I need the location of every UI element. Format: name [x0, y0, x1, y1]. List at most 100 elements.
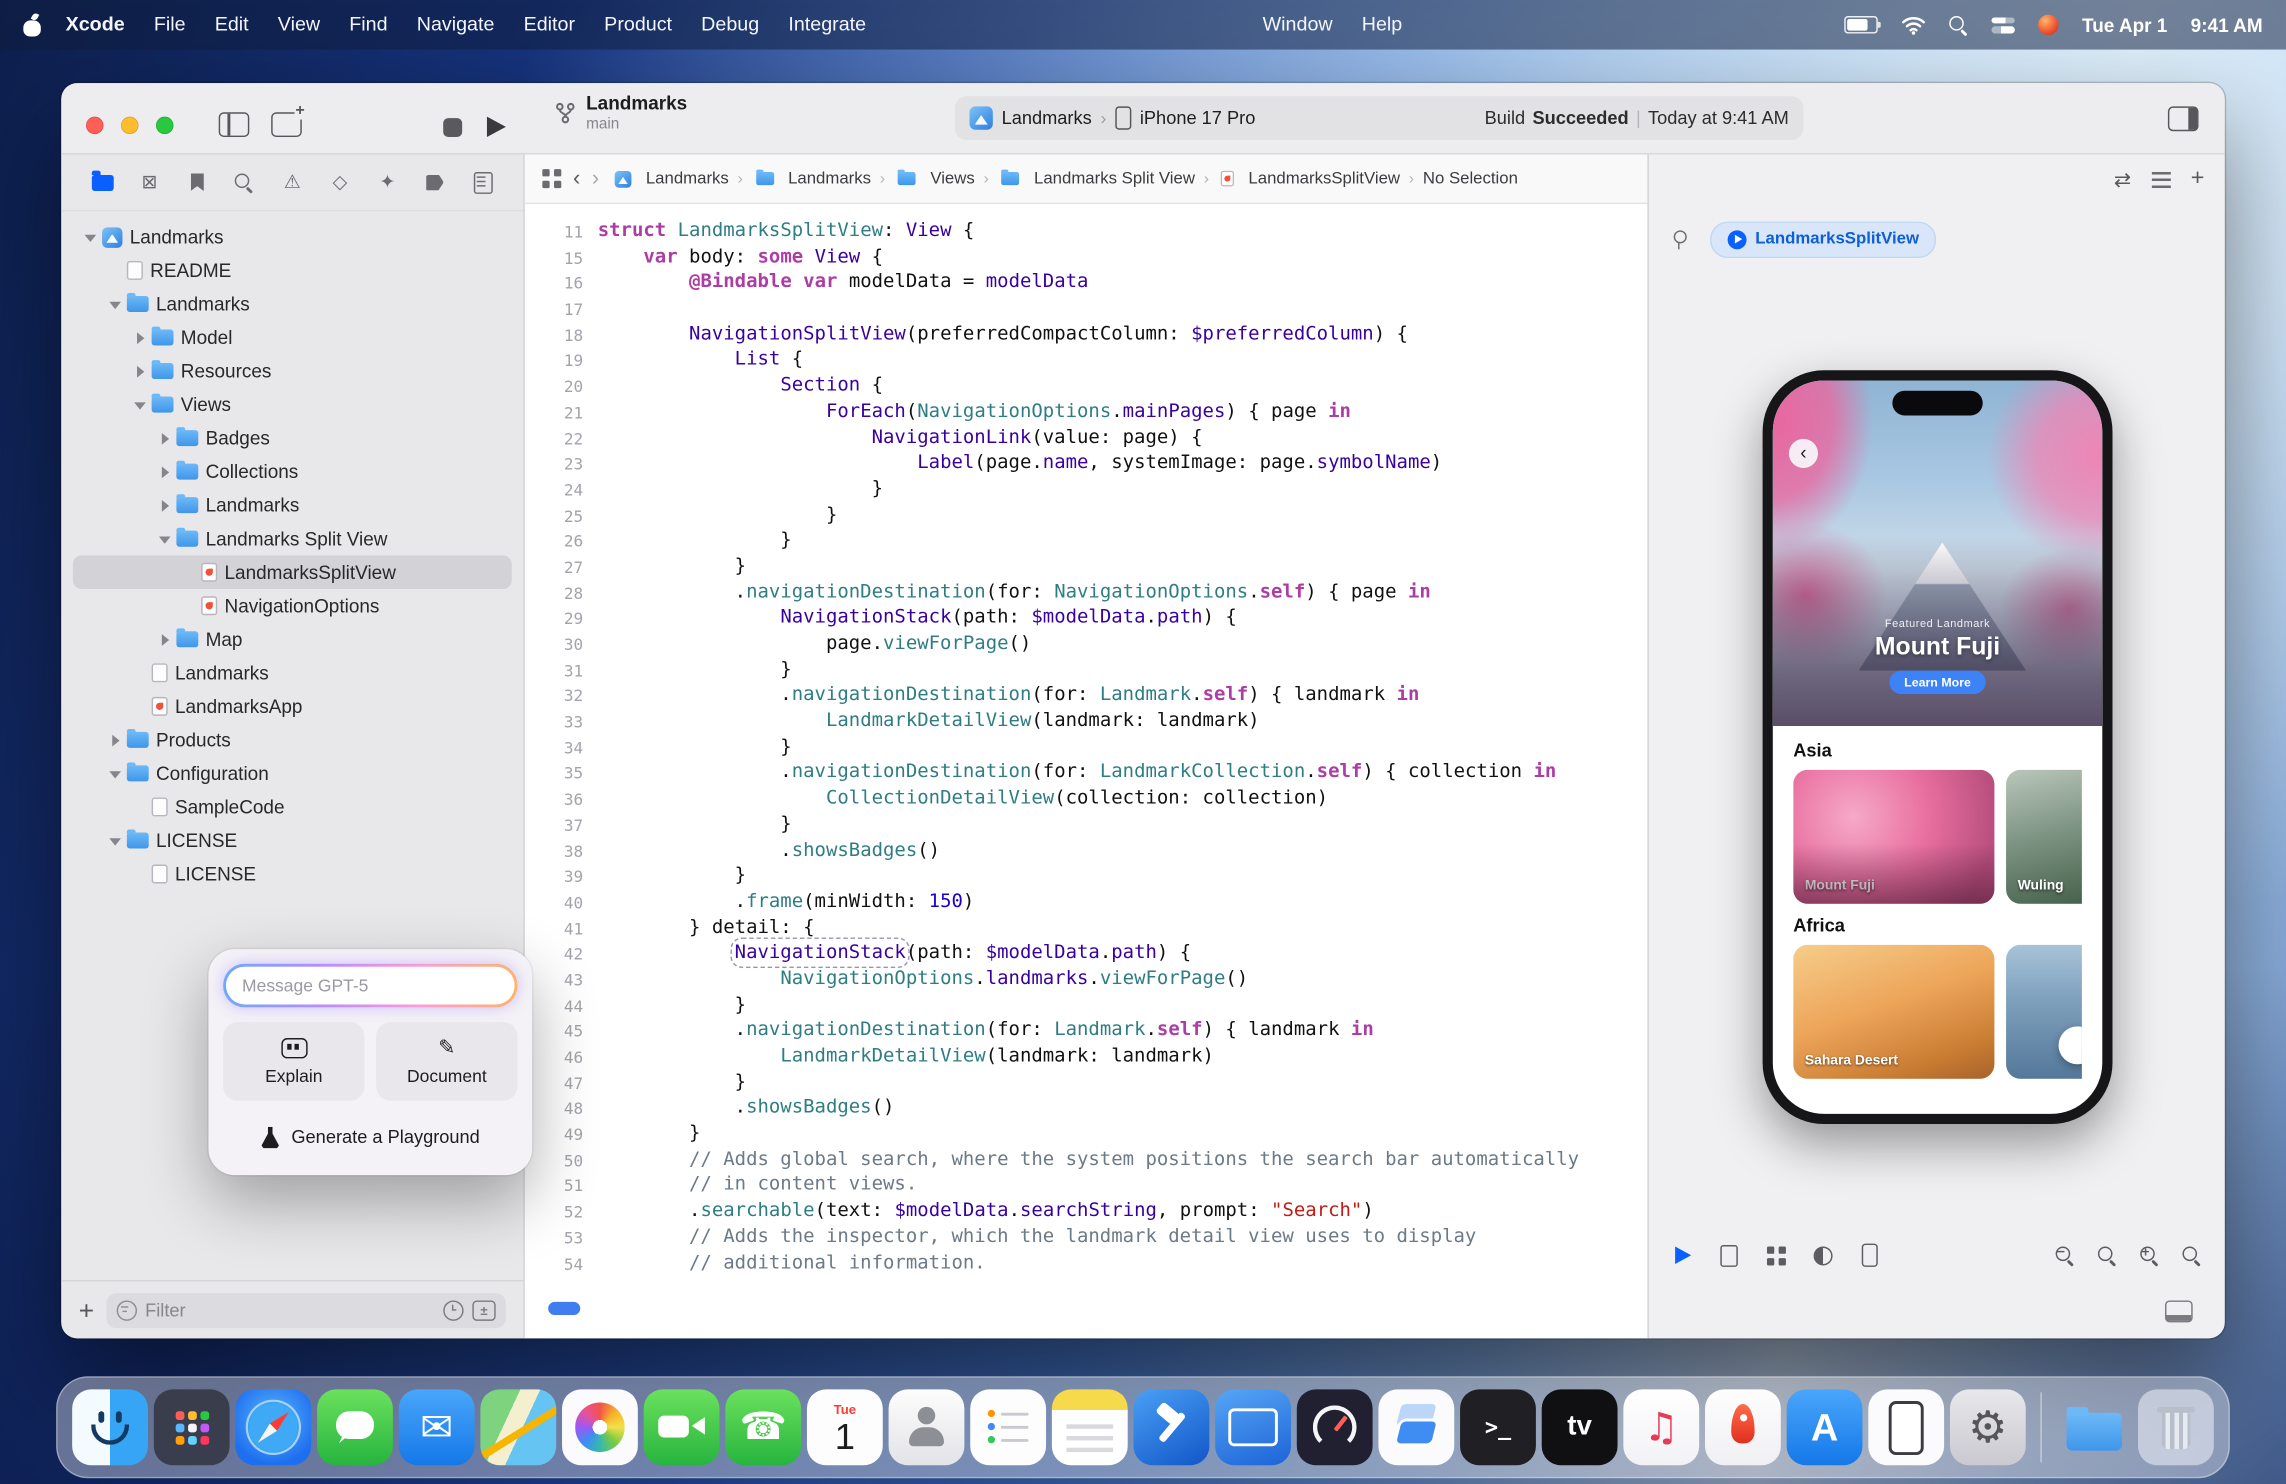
- wifi-icon[interactable]: [1901, 15, 1926, 34]
- code-line[interactable]: 25 }: [525, 502, 1648, 528]
- code-line[interactable]: 30 page.viewForPage(): [525, 631, 1648, 657]
- menu-xcode[interactable]: Xcode: [51, 0, 139, 50]
- line-number[interactable]: 35: [525, 760, 583, 786]
- menu-file[interactable]: File: [139, 0, 200, 50]
- bookmarks-navigator-icon[interactable]: [183, 168, 212, 197]
- filter-field[interactable]: Filter: [106, 1292, 506, 1327]
- preview-variants-icon[interactable]: [1809, 1242, 1835, 1268]
- jumpbar-item-landmarks[interactable]: Landmarks: [752, 170, 871, 187]
- menu-navigate[interactable]: Navigate: [402, 0, 509, 50]
- chevron-right-icon[interactable]: [131, 364, 150, 379]
- code-line[interactable]: 48 .showsBadges(): [525, 1095, 1648, 1121]
- code-line[interactable]: 34 }: [525, 734, 1648, 760]
- activity-status-bar[interactable]: Landmarks › iPhone 17 Pro Build Succeede…: [955, 96, 1803, 140]
- chevron-right-icon[interactable]: [131, 330, 150, 345]
- dock-icon-layers[interactable]: [1378, 1389, 1454, 1465]
- close-window-button[interactable]: [86, 117, 103, 134]
- learn-more-button[interactable]: Learn More: [1890, 671, 1986, 694]
- preview-document-icon[interactable]: [1716, 1242, 1742, 1268]
- inspector-toggle-icon[interactable]: [2168, 106, 2199, 131]
- file-row-model[interactable]: Model: [73, 321, 512, 355]
- reports-navigator-icon[interactable]: [468, 168, 497, 197]
- line-number[interactable]: 47: [525, 1070, 583, 1096]
- chevron-down-icon[interactable]: [156, 531, 175, 546]
- editor-scroll-indicator[interactable]: [548, 1302, 580, 1315]
- apple-logo-icon[interactable]: [23, 14, 42, 36]
- code-line[interactable]: 39 }: [525, 863, 1648, 889]
- line-number[interactable]: 18: [525, 322, 583, 348]
- compare-icon[interactable]: ⇄: [2114, 167, 2131, 192]
- menu-product[interactable]: Product: [590, 0, 687, 50]
- dock-icon-reminders[interactable]: [970, 1389, 1046, 1465]
- dock-icon-photos[interactable]: [562, 1389, 638, 1465]
- file-row-products[interactable]: Products: [73, 723, 512, 757]
- related-items-icon[interactable]: [542, 169, 561, 188]
- file-row-license[interactable]: LICENSE: [73, 824, 512, 858]
- preview-tab[interactable]: LandmarksSplitView: [1710, 221, 1936, 257]
- line-number[interactable]: 26: [525, 528, 583, 554]
- source-control-filter-icon[interactable]: [472, 1300, 495, 1320]
- chevron-right-icon[interactable]: [156, 498, 175, 513]
- line-number[interactable]: 25: [525, 502, 583, 528]
- code-line[interactable]: 40 .frame(minWidth: 150): [525, 889, 1648, 915]
- forward-button[interactable]: ›: [592, 168, 599, 190]
- file-row-landmarksapp[interactable]: LandmarksApp: [73, 690, 512, 724]
- menu-debug[interactable]: Debug: [687, 0, 774, 50]
- featured-landmark-hero[interactable]: Featured Landmark Mount Fuji Learn More: [1773, 381, 2102, 727]
- dock-icon-safari[interactable]: [235, 1389, 311, 1465]
- landmark-card-wuling[interactable]: Wuling: [2006, 770, 2082, 904]
- file-row-samplecode[interactable]: SampleCode: [73, 790, 512, 824]
- line-number[interactable]: 11: [525, 219, 583, 245]
- code-line[interactable]: 49 }: [525, 1121, 1648, 1147]
- file-row-views[interactable]: Views: [73, 388, 512, 422]
- menu-edit[interactable]: Edit: [200, 0, 263, 50]
- code-line[interactable]: 51 // in content views.: [525, 1173, 1648, 1199]
- chevron-down-icon[interactable]: [82, 230, 101, 245]
- line-number[interactable]: 54: [525, 1250, 583, 1276]
- landmark-card-mount-fuji[interactable]: Mount Fuji: [1793, 770, 1994, 904]
- line-number[interactable]: 42: [525, 941, 583, 967]
- navigator-toggle-icon[interactable]: [219, 112, 250, 137]
- chevron-down-icon[interactable]: [106, 297, 125, 312]
- dock-icon-downloads[interactable]: [2056, 1389, 2132, 1465]
- code-line[interactable]: 22 NavigationLink(value: page) {: [525, 425, 1648, 451]
- minimize-window-button[interactable]: [121, 117, 138, 134]
- line-number[interactable]: 45: [525, 1018, 583, 1044]
- assistant-action-explain[interactable]: Explain: [223, 1022, 364, 1101]
- dock-icon-notes[interactable]: [1052, 1389, 1128, 1465]
- dock-icon-settings[interactable]: [1950, 1389, 2026, 1465]
- jumpbar-item-landmarks-split-view[interactable]: Landmarks Split View: [998, 170, 1195, 187]
- file-row-landmarks[interactable]: Landmarks: [73, 656, 512, 690]
- issues-navigator-icon[interactable]: ⚠: [278, 168, 307, 197]
- dock-icon-maps[interactable]: [480, 1389, 556, 1465]
- menu-view[interactable]: View: [263, 0, 334, 50]
- line-number[interactable]: 20: [525, 373, 583, 399]
- scheme-selector[interactable]: Landmarks main: [554, 93, 687, 132]
- dock-icon-appwindow[interactable]: [1215, 1389, 1291, 1465]
- dock-icon-terminal[interactable]: [1460, 1389, 1536, 1465]
- layout-list-icon[interactable]: [2151, 171, 2170, 187]
- chevron-right-icon[interactable]: [106, 733, 125, 748]
- code-line[interactable]: 23 Label(page.name, systemImage: page.sy…: [525, 451, 1648, 477]
- line-number[interactable]: 50: [525, 1147, 583, 1173]
- line-number[interactable]: 39: [525, 863, 583, 889]
- code-line[interactable]: 52 .searchable(text: $modelData.searchSt…: [525, 1199, 1648, 1225]
- add-editor-icon[interactable]: [271, 112, 302, 137]
- breakpoints-navigator-icon[interactable]: [420, 168, 449, 197]
- dock-icon-gauge[interactable]: [1297, 1389, 1373, 1465]
- line-number[interactable]: 37: [525, 812, 583, 838]
- code-line[interactable]: 47 }: [525, 1070, 1648, 1096]
- file-row-badges[interactable]: Badges: [73, 421, 512, 455]
- dock-icon-rocket[interactable]: [1705, 1389, 1781, 1465]
- control-center-icon[interactable]: [1992, 17, 2015, 33]
- file-row-landmarks[interactable]: Landmarks: [73, 488, 512, 522]
- dock-icon-device[interactable]: [1868, 1389, 1944, 1465]
- chevron-down-icon[interactable]: [131, 397, 150, 412]
- line-number[interactable]: 19: [525, 348, 583, 374]
- recent-files-icon[interactable]: [443, 1300, 463, 1320]
- debug-navigator-icon[interactable]: ✦: [373, 168, 402, 197]
- zoom-in-icon[interactable]: [2136, 1242, 2162, 1268]
- code-line[interactable]: 42 NavigationStack(path: $modelData.path…: [525, 941, 1648, 967]
- tests-navigator-icon[interactable]: ◇: [325, 168, 354, 197]
- line-number[interactable]: 36: [525, 786, 583, 812]
